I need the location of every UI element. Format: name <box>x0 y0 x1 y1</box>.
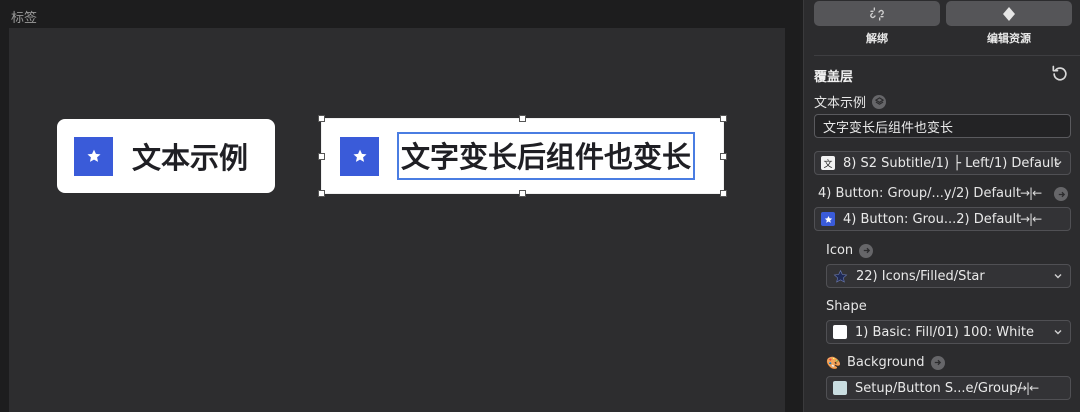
text-override-label: 文本示例 <box>814 96 867 111</box>
tag-label-long[interactable]: 文字变长后组件也变长 <box>397 132 696 180</box>
text-style-value: 8) S2 Subtitle/1) ├ Left/1) Default <box>843 155 1059 171</box>
background-select-value: Setup/Button S...e/Group/ <box>855 380 1022 396</box>
palette-icon: 🎨 <box>826 355 841 370</box>
go-to-component-icon[interactable] <box>1054 187 1068 201</box>
chevron-down-icon <box>1054 161 1062 166</box>
icon-label: Icon <box>826 243 854 258</box>
star-icon-box <box>340 136 379 176</box>
background-label: Background <box>846 355 925 370</box>
resize-to-fit-toggle[interactable]: →|← <box>1020 186 1042 200</box>
reset-overrides-icon[interactable] <box>1050 64 1070 84</box>
star-icon <box>352 149 367 162</box>
star-icon <box>86 149 101 162</box>
icon-label-row: Icon <box>826 243 874 258</box>
shape-label-row: Shape <box>826 299 867 314</box>
button-instance-label-row: 4) Button: Group/...y/2) Default <box>818 186 1021 201</box>
shape-label: Shape <box>826 299 867 314</box>
button-instance-label: 4) Button: Group/...y/2) Default <box>818 186 1021 201</box>
unlink-button-label: 解绑 <box>866 32 888 45</box>
resize-handle-bm[interactable] <box>519 190 526 197</box>
artboard[interactable] <box>9 28 785 412</box>
text-override-input[interactable]: 文字变长后组件也变长 <box>814 114 1071 138</box>
resize-handle-bl[interactable] <box>318 190 325 197</box>
edit-source-button[interactable] <box>946 1 1072 26</box>
tag-component-short[interactable]: 文本示例 <box>57 119 275 193</box>
divider <box>814 55 1080 56</box>
resize-handle-ml[interactable] <box>318 153 325 160</box>
text-style-select[interactable]: 文 8) S2 Subtitle/1) ├ Left/1) Default <box>814 151 1071 175</box>
star-icon <box>833 269 848 283</box>
background-label-row: 🎨 Background <box>826 355 945 370</box>
star-icon-box <box>74 136 113 176</box>
resize-handle-mr[interactable] <box>720 153 727 160</box>
text-override-label-row: 文本示例 <box>814 92 887 111</box>
page-label: 标签 <box>11 11 38 26</box>
unlink-button[interactable] <box>814 1 940 26</box>
diamond-icon <box>1003 6 1015 21</box>
background-swatch <box>833 381 847 395</box>
chevron-down-icon <box>1054 330 1062 335</box>
icon-select-value: 22) Icons/Filled/Star <box>856 268 985 284</box>
button-instance-value: 4) Button: Grou...2) Default <box>843 211 1022 227</box>
layers-icon[interactable] <box>872 94 887 109</box>
resize-to-fit-toggle-2[interactable]: →|← <box>1020 212 1042 226</box>
go-to-icon-component-icon[interactable] <box>859 243 874 258</box>
shape-select-value: 1) Basic: Fill/01) 100: White <box>855 324 1035 340</box>
resize-handle-tm[interactable] <box>519 115 526 122</box>
white-fill-swatch <box>833 325 847 339</box>
go-to-background-component-icon[interactable] <box>930 355 945 370</box>
inspector-panel: 解绑 编辑资源 覆盖层 文本示例 文字变长后组件也变长 文 8) S2 Subt… <box>803 0 1080 412</box>
resize-handle-tl[interactable] <box>318 115 325 122</box>
unlink-icon <box>870 6 884 21</box>
resize-handle-tr[interactable] <box>720 115 727 122</box>
icon-select[interactable]: 22) Icons/Filled/Star <box>826 264 1071 288</box>
resize-to-fit-toggle-3[interactable]: →|← <box>1017 381 1039 395</box>
text-style-badge: 文 <box>821 156 835 170</box>
chevron-down-icon <box>1054 274 1062 279</box>
resize-handle-br[interactable] <box>720 190 727 197</box>
edit-source-button-label: 编辑资源 <box>987 32 1031 45</box>
tag-component-long[interactable]: 文字变长后组件也变长 <box>322 119 723 193</box>
overrides-title: 覆盖层 <box>814 70 854 85</box>
canvas-area: 标签 文本示例 文字变长后组件也变长 <box>0 0 800 412</box>
star-swatch <box>821 212 835 226</box>
tag-label-short: 文本示例 <box>132 141 249 175</box>
shape-select[interactable]: 1) Basic: Fill/01) 100: White <box>826 320 1071 344</box>
